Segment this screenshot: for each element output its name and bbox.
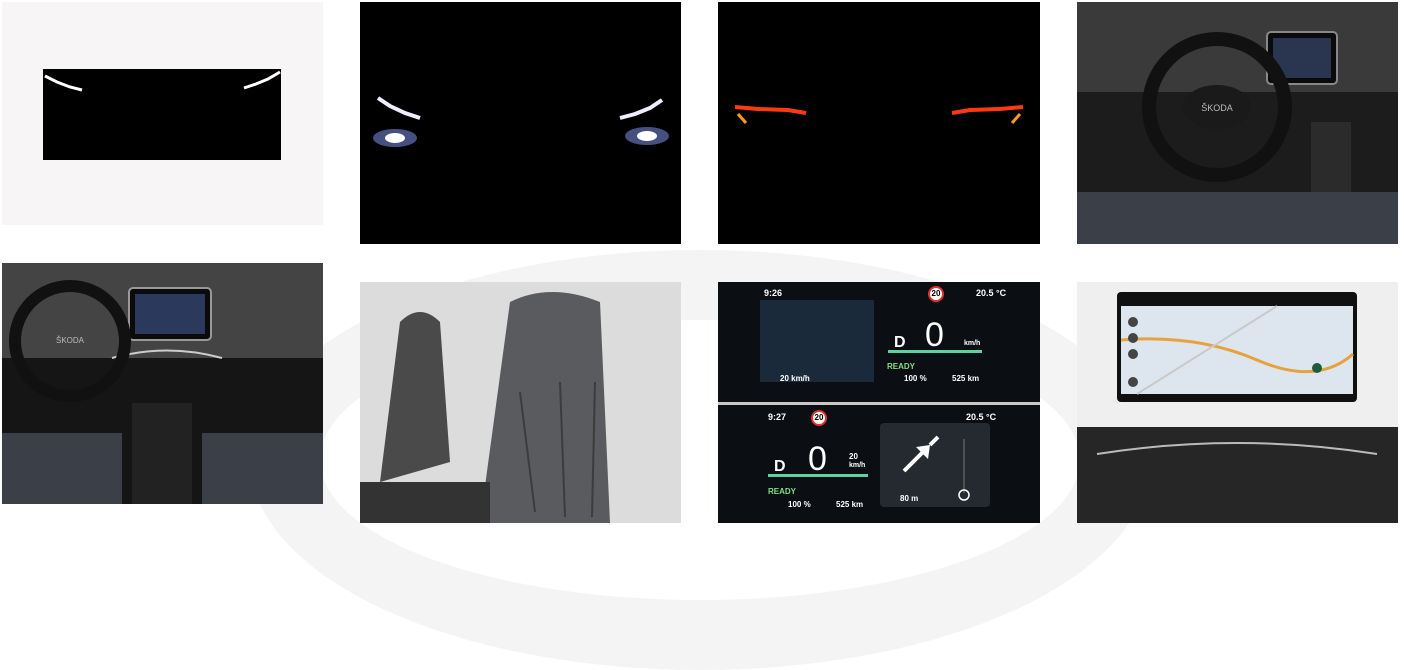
photo-interior-dashboard[interactable]: ŠKODA: [2, 263, 323, 504]
photo-instrument-cluster[interactable]: 9:26 20 20.5 °C 20 km/h D 0 km/h READY 1…: [718, 282, 1040, 523]
taillights-illustration: [734, 105, 1024, 124]
range-top: 525 km: [952, 374, 980, 383]
front-lights-illustration: [43, 69, 281, 160]
ready-bottom: READY: [768, 487, 797, 496]
photo-front-seats[interactable]: [360, 282, 681, 523]
nav-panel: [880, 423, 990, 507]
photo-headlights-night[interactable]: [360, 2, 681, 244]
steering-badge: ŠKODA: [1201, 103, 1233, 113]
ready-top: READY: [887, 362, 916, 371]
acc-speed-bottom: 20: [849, 452, 858, 461]
turn-arrow-icon: [902, 435, 970, 501]
acc-unit-bottom: km/h: [849, 462, 866, 469]
temp-bottom: 20.5 °C: [966, 412, 997, 422]
temp-top: 20.5 °C: [976, 288, 1007, 298]
range-bottom: 525 km: [836, 500, 864, 509]
cluster-bottom-screen: [718, 405, 1040, 523]
svg-text:ŠKODA: ŠKODA: [56, 336, 85, 345]
clock-bottom: 9:27: [768, 412, 787, 422]
speed-limit-sign-bottom: 20: [811, 410, 827, 426]
seats-illustration: [360, 282, 681, 523]
photo-interior-driver[interactable]: ŠKODA: [1077, 2, 1398, 244]
photo-taillights-night[interactable]: [718, 2, 1040, 244]
battery-top: 100 %: [904, 374, 927, 383]
clock-top: 9:26: [764, 288, 783, 298]
photo-infotainment-map[interactable]: [1077, 282, 1398, 523]
speed-limit-sign-top: 20: [928, 286, 944, 302]
infotainment-illustration: [1077, 282, 1398, 523]
adas-view: [760, 300, 874, 382]
speed-unit-top: km/h: [964, 340, 981, 347]
battery-bottom: 100 %: [788, 500, 811, 509]
interior-dashboard-illustration: ŠKODA: [2, 263, 323, 504]
interior-driver-illustration: ŠKODA: [1077, 2, 1398, 244]
headlights-illustration: [373, 96, 669, 147]
photo-front-lights-white[interactable]: [2, 2, 323, 225]
acc-speed-top: 20 km/h: [780, 374, 810, 383]
nav-distance: 80 m: [900, 494, 919, 503]
